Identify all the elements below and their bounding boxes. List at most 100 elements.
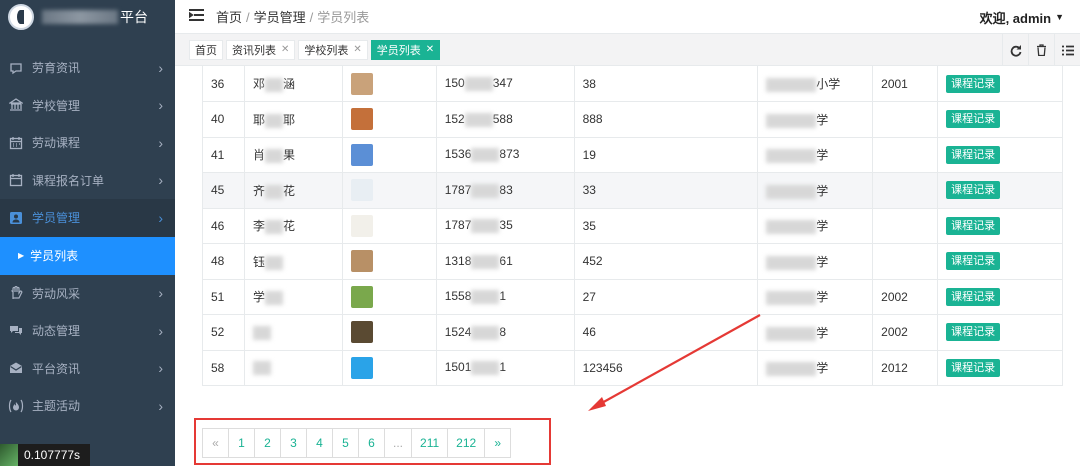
cell-id: 51 — [202, 279, 245, 315]
refresh-icon[interactable] — [1002, 34, 1028, 66]
sidebar-item-labor-showcase[interactable]: 劳动风采 › — [0, 275, 175, 313]
render-timer-value: 0.107777s — [24, 448, 81, 462]
redacted-phone — [464, 112, 493, 127]
cell-action: 课程记录 — [937, 243, 1063, 280]
breadcrumb-student-management[interactable]: 学员管理 — [254, 10, 306, 25]
pagination-page[interactable]: 1 — [228, 428, 255, 458]
sidebar-item-school-management[interactable]: 学校管理 › — [0, 87, 175, 125]
cell-score: 35 — [573, 208, 758, 244]
school-suffix: 学 — [816, 254, 829, 269]
phone-start: 152 — [444, 111, 465, 126]
sidebar-item-label: 学校管理 — [32, 98, 81, 113]
student-name-start: 耶 — [252, 112, 265, 127]
table-row: 45 齐花 1787 83 33 学课程记录 — [202, 172, 1063, 209]
course-record-button[interactable]: 课程记录 — [946, 358, 1001, 377]
school-suffix: 学 — [816, 112, 829, 127]
student-name-start: 学 — [252, 290, 265, 305]
redacted-name — [264, 77, 283, 92]
course-record-button[interactable]: 课程记录 — [946, 323, 1001, 342]
cell-avatar — [341, 208, 437, 244]
pagination-page[interactable]: 5 — [332, 428, 359, 458]
cell-phone: 1536 873 — [435, 137, 575, 173]
cell-action: 课程记录 — [937, 314, 1063, 351]
sidebar-item-label: 劳育资讯 — [32, 61, 81, 76]
pagination-page[interactable]: 212 — [447, 428, 486, 458]
close-icon[interactable]: ✕ — [353, 44, 361, 55]
sidebar-item-label: 动态管理 — [32, 324, 81, 339]
pagination-page[interactable]: 2 — [254, 428, 281, 458]
table-row: 48 钰 1318 61 452 学 课程记录 — [202, 243, 1063, 280]
sidebar-item-labor-news[interactable]: 劳育资讯 › — [0, 49, 175, 87]
redacted-name — [264, 255, 283, 270]
chat-bubble-icon — [8, 60, 24, 76]
brand-title: 平台 — [120, 9, 148, 25]
course-record-button[interactable]: 课程记录 — [946, 110, 1001, 129]
sidebar-item-course-orders[interactable]: 课程报名订单 › — [0, 162, 175, 200]
sidebar-item-theme-activities[interactable]: 主题活动 › — [0, 387, 175, 425]
sidebar-item-platform-news[interactable]: 平台资讯 › — [0, 350, 175, 388]
school-suffix: 学 — [816, 325, 829, 340]
cell-action: 课程记录 — [937, 208, 1063, 244]
chevron-right-icon: › — [158, 209, 163, 226]
pagination-page[interactable]: 211 — [411, 428, 449, 458]
sidebar-subitem-student-list[interactable]: ▶ 学员列表 — [0, 236, 175, 275]
cell-id: 41 — [202, 137, 245, 173]
redacted-name — [252, 361, 271, 376]
tab-label: 学员列表 — [376, 44, 421, 57]
pagination-page[interactable]: 3 — [280, 428, 307, 458]
sidebar-item-labor-courses[interactable]: 劳动课程 › — [0, 124, 175, 162]
breadcrumb-home[interactable]: 首页 — [216, 10, 242, 25]
cell-phone: 1787 83 — [435, 172, 575, 209]
redacted-phone — [471, 183, 500, 198]
pagination-page[interactable]: 6 — [358, 428, 385, 458]
cell-phone: 1318 61 — [435, 243, 575, 280]
tab-school-list[interactable]: 学校列表 ✕ — [298, 39, 368, 60]
pagination-page[interactable]: 4 — [306, 428, 333, 458]
close-icon[interactable]: ✕ — [426, 44, 434, 55]
tab-student-list[interactable]: 学员列表 ✕ — [370, 39, 441, 60]
sidebar-subitem-label: 学员列表 — [30, 249, 79, 263]
course-record-button[interactable]: 课程记录 — [946, 145, 1001, 164]
cell-school: 学 — [757, 172, 873, 209]
phone-end: 35 — [499, 218, 513, 233]
cell-avatar — [341, 350, 437, 386]
menu-toggle-icon[interactable] — [188, 8, 204, 25]
cell-avatar — [341, 279, 437, 315]
sidebar: 平台 劳育资讯 › 学校管理 › 劳动课程 › 课程报名订单 › 学员管理 › … — [0, 0, 175, 466]
cell-year — [872, 137, 938, 173]
sidebar-item-activity-management[interactable]: 动态管理 › — [0, 312, 175, 350]
student-id: 48 — [211, 254, 225, 269]
trash-icon[interactable] — [1028, 34, 1054, 66]
course-record-button[interactable]: 课程记录 — [946, 181, 1001, 200]
avatar — [350, 321, 373, 344]
course-record-button[interactable]: 课程记录 — [946, 74, 1001, 93]
course-record-button[interactable]: 课程记录 — [946, 252, 1001, 271]
pagination-prev[interactable]: « — [202, 428, 229, 458]
cell-score: 452 — [573, 243, 758, 280]
cell-name: 钰 — [243, 243, 343, 280]
cell-avatar — [341, 66, 437, 102]
pagination-next[interactable]: » — [484, 428, 512, 458]
sidebar-item-student-management[interactable]: 学员管理 › — [0, 199, 175, 237]
student-name-end: 花 — [282, 183, 295, 198]
enroll-year: 2002 — [881, 289, 908, 304]
redacted-school — [766, 113, 817, 128]
phone-start: 1558 — [444, 289, 472, 304]
cell-action: 课程记录 — [937, 279, 1063, 315]
bank-icon — [8, 97, 24, 113]
close-icon[interactable]: ✕ — [281, 44, 289, 55]
sidebar-item-label: 学员管理 — [32, 211, 81, 226]
user-menu[interactable]: 欢迎, admin ▼ — [980, 0, 1064, 34]
cell-name: 齐花 — [243, 172, 343, 209]
brand[interactable]: 平台 — [0, 0, 175, 34]
tab-news-list[interactable]: 资讯列表 ✕ — [226, 39, 296, 60]
cell-action: 课程记录 — [937, 172, 1063, 209]
table-row: 46 李花 1787 35 35 学课程记录 — [202, 208, 1063, 244]
redacted-brand-name — [42, 10, 118, 24]
tab-home[interactable]: 首页 — [189, 39, 223, 60]
course-record-button[interactable]: 课程记录 — [946, 216, 1001, 235]
course-record-button[interactable]: 课程记录 — [946, 287, 1001, 306]
comments-icon — [8, 323, 24, 339]
phone-start: 1536 — [444, 147, 472, 162]
list-icon[interactable] — [1054, 34, 1080, 66]
